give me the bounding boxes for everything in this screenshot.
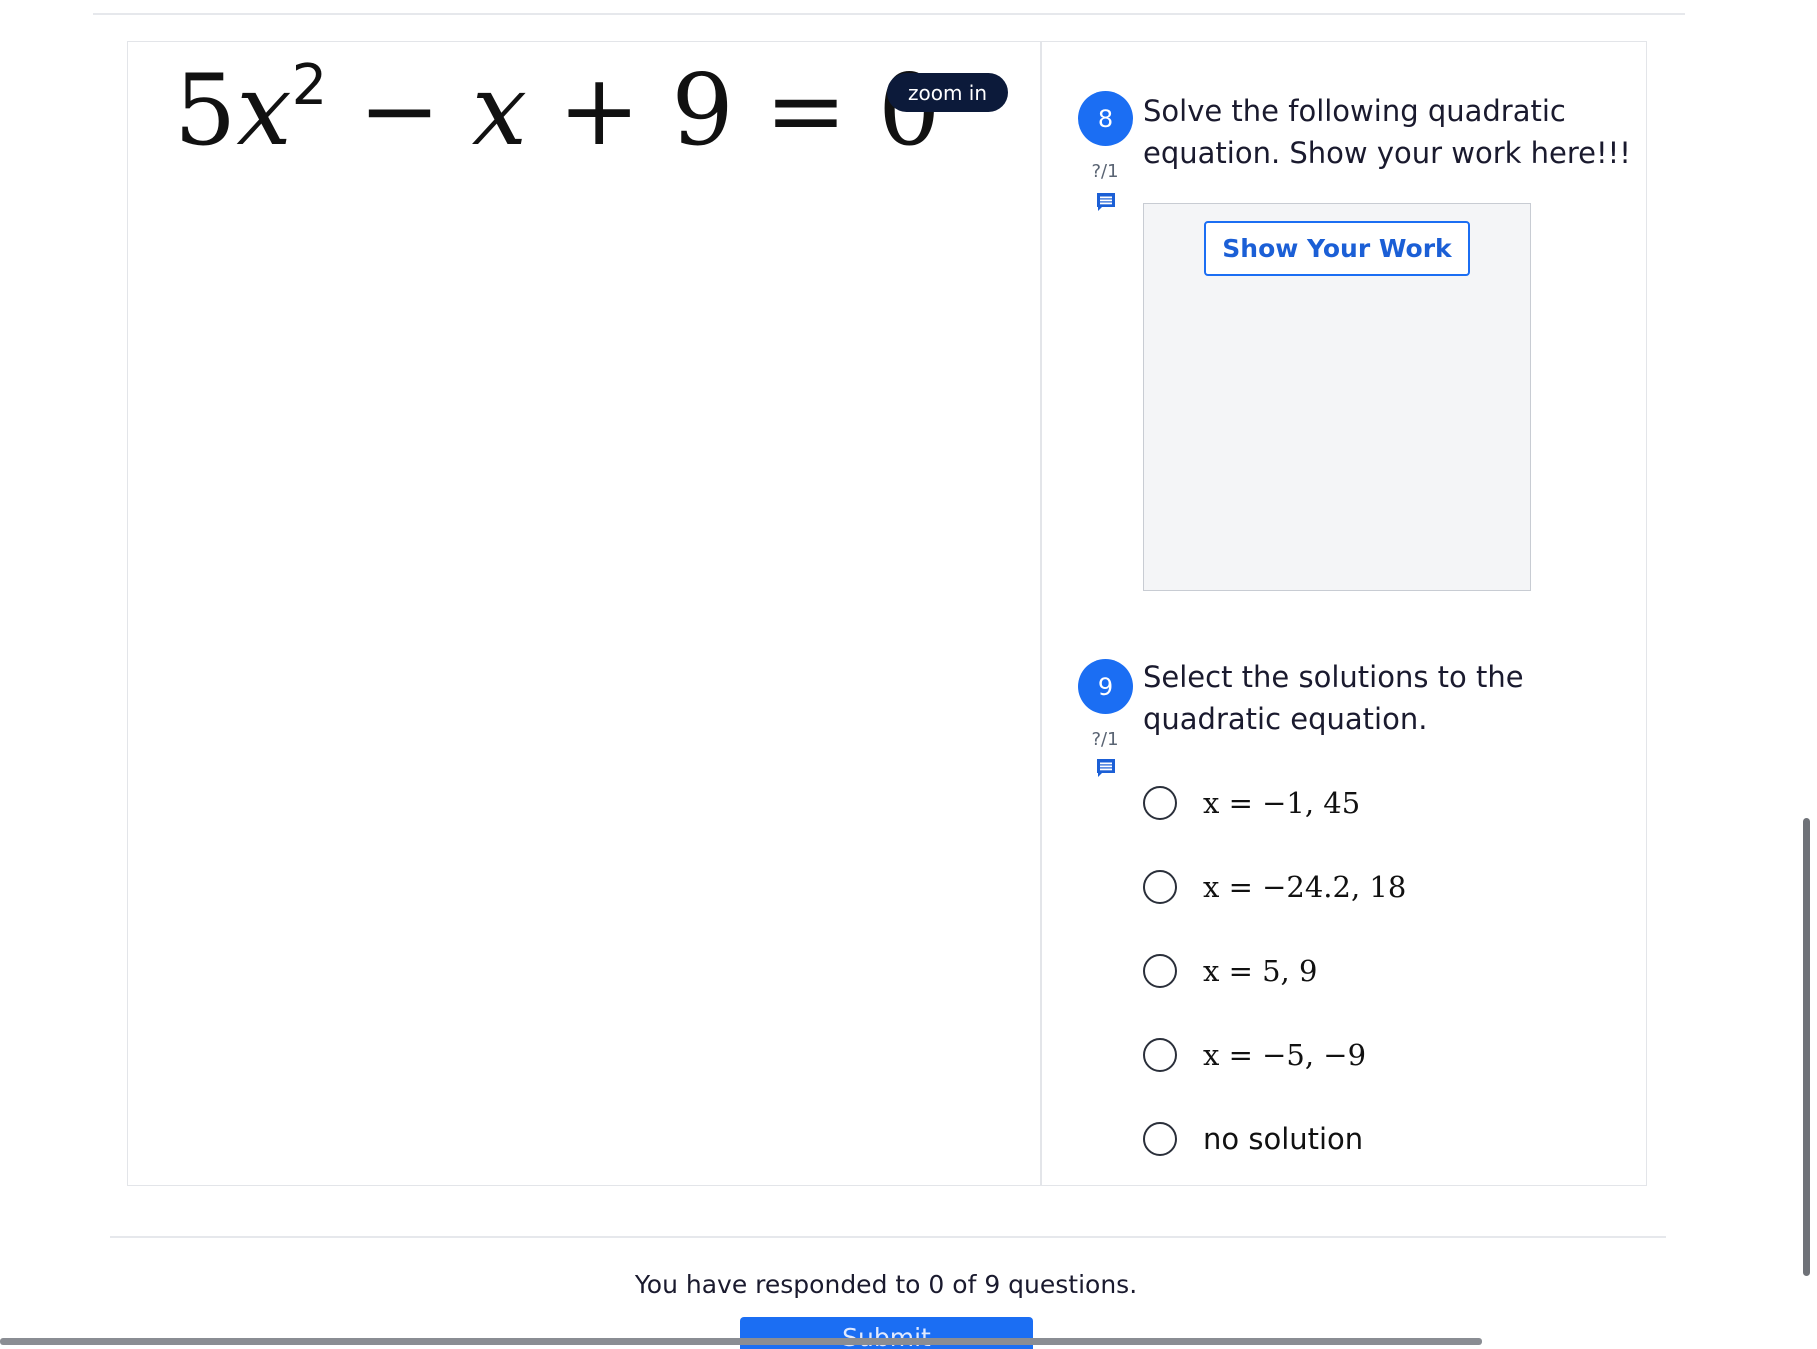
radio-button[interactable] xyxy=(1143,954,1177,988)
quiz-page: 5x2 − x + 9 = 0 zoom in 8 ?/1 Solve the … xyxy=(0,0,1817,1349)
question-number-badge: 9 xyxy=(1078,659,1133,714)
question-number-badge: 8 xyxy=(1078,91,1133,146)
equation-exponent: 2 xyxy=(291,53,328,119)
vertical-scrollbar[interactable] xyxy=(1803,818,1810,1276)
answer-option[interactable]: x = −1, 45 xyxy=(1143,783,1360,823)
radio-button[interactable] xyxy=(1143,786,1177,820)
radio-button[interactable] xyxy=(1143,870,1177,904)
card-column-divider xyxy=(1040,42,1042,1185)
equation-coefficient: 5 xyxy=(174,54,237,168)
answer-option[interactable]: no solution xyxy=(1143,1119,1363,1159)
answer-option[interactable]: x = −24.2, 18 xyxy=(1143,867,1406,907)
answer-option-label: no solution xyxy=(1203,1122,1364,1156)
horizontal-scrollbar[interactable] xyxy=(0,1338,1482,1345)
answer-option-label: x = −1, 45 xyxy=(1203,786,1361,820)
footer-divider xyxy=(110,1236,1666,1238)
top-divider xyxy=(93,13,1685,15)
comment-icon[interactable] xyxy=(1095,757,1117,779)
question-score: ?/1 xyxy=(1091,161,1119,182)
question-score: ?/1 xyxy=(1091,729,1119,750)
answer-option-label: x = 5, 9 xyxy=(1203,954,1318,988)
question-prompt: Solve the following quadratic equation. … xyxy=(1143,94,1631,170)
response-status: You have responded to 0 of 9 questions. xyxy=(634,1270,1138,1299)
question-prompt: Select the solutions to the quadratic eq… xyxy=(1143,660,1524,736)
comment-icon[interactable] xyxy=(1095,191,1117,213)
answer-option[interactable]: x = 5, 9 xyxy=(1143,951,1317,991)
zoom-in-button[interactable]: zoom in xyxy=(887,73,1008,112)
show-your-work-button[interactable]: Show Your Work xyxy=(1204,221,1470,276)
radio-button[interactable] xyxy=(1143,1038,1177,1072)
equation-variable-2: x xyxy=(471,54,527,168)
answer-option-label: x = −24.2, 18 xyxy=(1203,870,1407,904)
radio-button[interactable] xyxy=(1143,1122,1177,1156)
equation-display: 5x2 − x + 9 = 0 xyxy=(174,58,941,160)
equation-variable: x xyxy=(236,54,292,168)
answer-option-label: x = −5, −9 xyxy=(1203,1038,1367,1072)
equation-tail: + 9 = 0 xyxy=(526,54,941,168)
equation-operator: − xyxy=(327,54,472,168)
answer-option[interactable]: x = −5, −9 xyxy=(1143,1035,1366,1075)
